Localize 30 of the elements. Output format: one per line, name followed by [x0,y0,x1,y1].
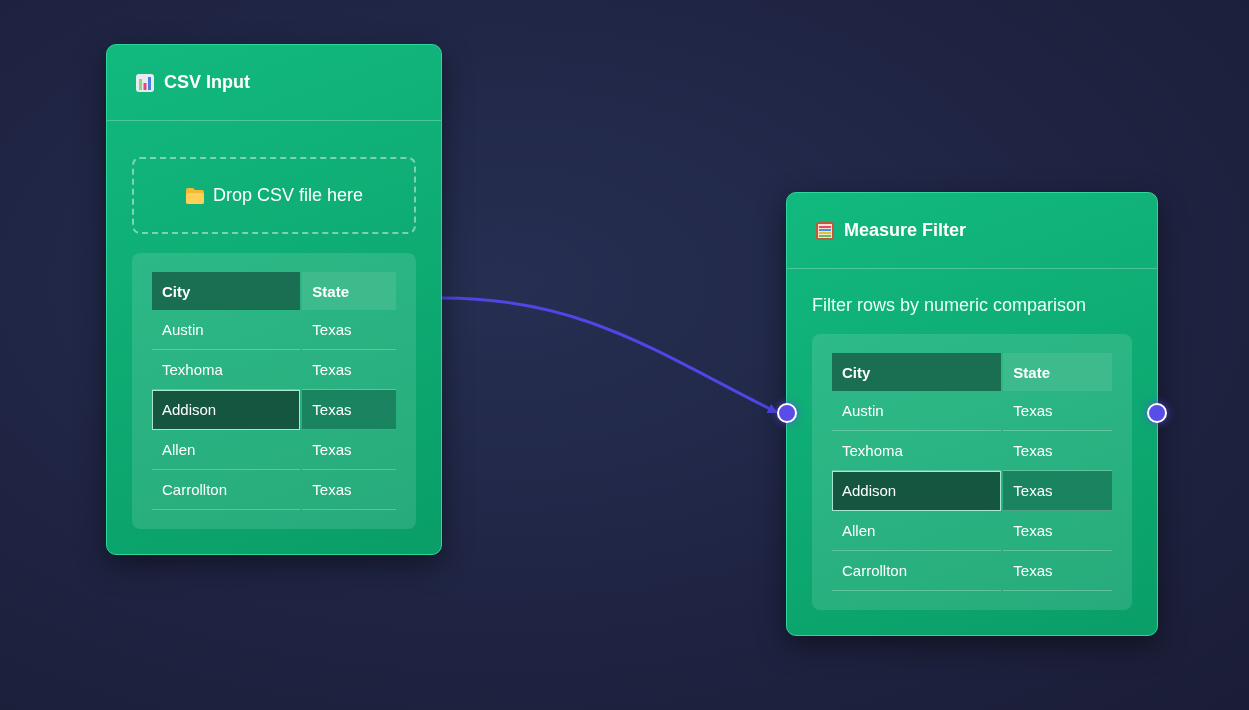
output-port[interactable] [1147,403,1167,423]
table-cell[interactable]: Texas [1003,511,1112,551]
table-cell[interactable]: Texas [302,430,396,470]
table-cell[interactable]: Addison [832,471,1002,511]
node-card[interactable]: CSV Input Drop CSV file here City State Austin Texas Texhoma Texas Addison Texas Allen Texas Carrollton Texas [106,44,442,555]
table-cell[interactable]: Carrollton [152,470,301,510]
column-header[interactable]: City [832,353,1002,391]
node-description: Filter rows by numeric comparison [812,295,1088,316]
table-cell[interactable]: Allen [832,511,1002,551]
table-cell[interactable]: Texas [1003,471,1112,511]
table-cell[interactable]: Texas [302,310,396,350]
table-cell[interactable]: Texas [302,390,396,430]
column-header[interactable]: City [152,272,301,310]
column-header[interactable]: State [1003,353,1112,391]
table-cell[interactable]: Texas [1003,391,1112,431]
table-cell[interactable]: Texas [1003,551,1112,591]
node-title: Measure Filter [844,220,967,241]
table-cell[interactable]: Addison [152,390,301,430]
column-header[interactable]: State [302,272,396,310]
file-drop-zone[interactable]: Drop CSV file here [132,157,416,234]
node-card[interactable]: Measure Filter Filter rows by numeric comparison City State Austin Texas Texhoma Texas Addison Texas Allen Texas Carrollton Texas [786,192,1158,636]
folder-icon [184,186,205,205]
bar-chart-icon [135,72,155,93]
table-cell[interactable]: Texas [302,470,396,510]
table-cell[interactable]: Allen [152,430,301,470]
table-cell[interactable]: Austin [832,391,1002,431]
input-port[interactable] [777,403,797,423]
node-title: CSV Input [164,72,250,93]
table-cell[interactable]: Austin [152,310,301,350]
table-cell[interactable]: Carrollton [832,551,1002,591]
